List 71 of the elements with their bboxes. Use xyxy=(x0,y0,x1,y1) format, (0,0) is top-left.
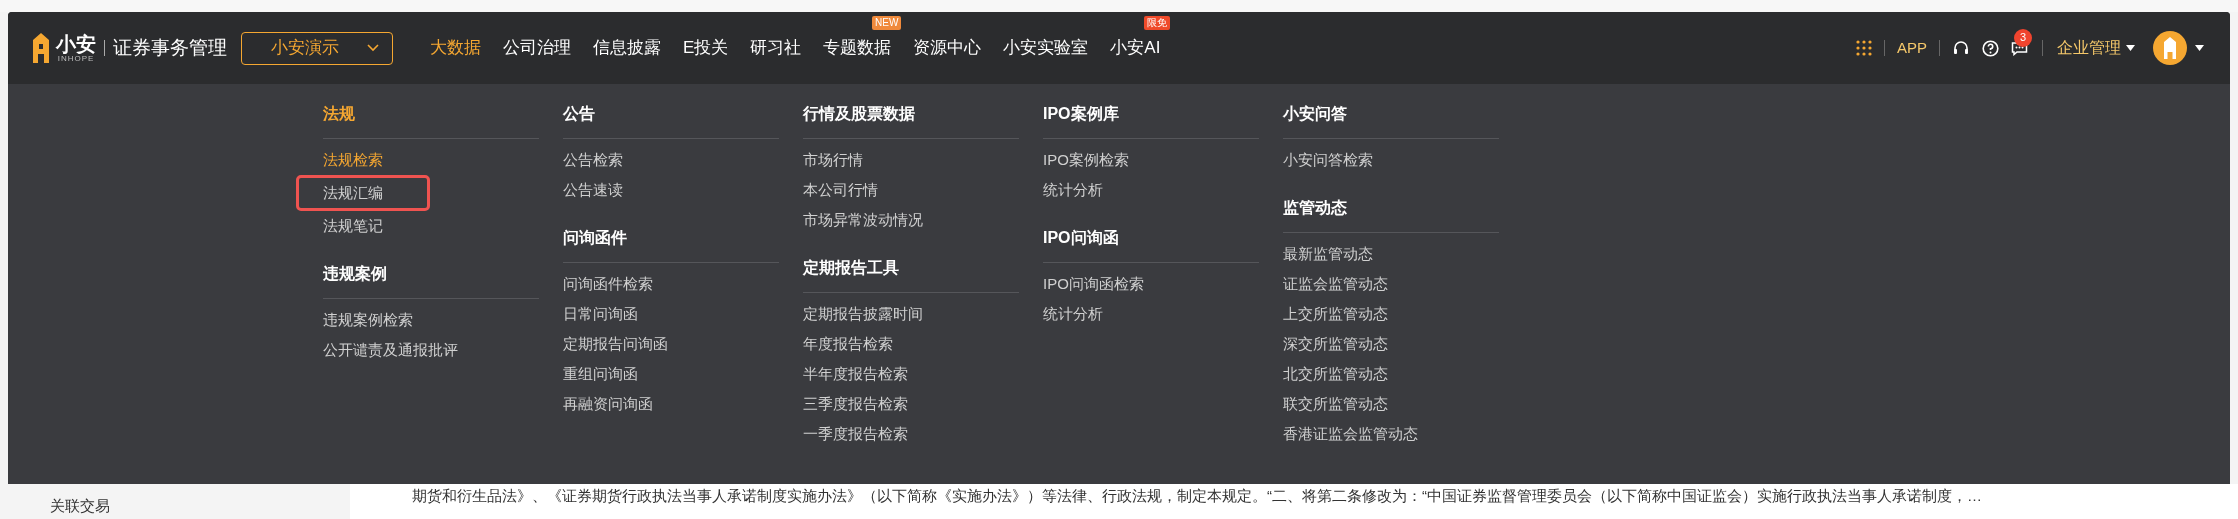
menu-link[interactable]: 公开谴责及通报批评 xyxy=(323,335,458,365)
menu-link[interactable]: 重组问询函 xyxy=(563,359,638,389)
menu-section-title: 问询函件 xyxy=(563,228,628,248)
nav-tab[interactable]: 小安AI xyxy=(1110,35,1161,61)
nav-tab[interactable]: 公司治理 xyxy=(503,35,571,61)
menu-link[interactable]: 日常问询函 xyxy=(563,299,638,329)
nav-badge: 限免 xyxy=(1144,16,1171,31)
menu-link[interactable]: IPO问询函检索 xyxy=(1043,269,1144,299)
menu-section-title: 法规 xyxy=(323,104,356,124)
menu-section-title: 小安问答 xyxy=(1283,104,1348,124)
help-icon[interactable] xyxy=(1982,39,1999,57)
headset-icon[interactable] xyxy=(1952,39,1970,57)
menu-link[interactable]: 法规笔记 xyxy=(323,211,383,241)
nav-tab[interactable]: 研习社 xyxy=(750,35,802,61)
menu-link[interactable]: 法规检索 xyxy=(323,145,383,175)
logo-subtext: INHOPE xyxy=(57,54,95,63)
nav-tab[interactable]: E投关 xyxy=(683,35,729,61)
app-title: 证券事务管理 xyxy=(113,35,227,60)
avatar-icon[interactable] xyxy=(2153,31,2187,65)
menu-link[interactable]: 本公司行情 xyxy=(803,175,878,205)
nav-tab[interactable]: 小安实验室 xyxy=(1003,35,1089,61)
menu-link[interactable]: 定期报告问询函 xyxy=(563,329,668,359)
menu-link[interactable]: 北交所监管动态 xyxy=(1283,359,1388,389)
message-icon[interactable] xyxy=(2011,40,2028,56)
organization-select[interactable]: 小安演示 xyxy=(241,31,393,65)
menu-link[interactable]: 年度报告检索 xyxy=(803,329,893,359)
menu-link[interactable]: 违规案例检索 xyxy=(323,305,413,335)
caret-icon[interactable] xyxy=(2195,45,2204,51)
menu-link[interactable]: 再融资问询函 xyxy=(563,389,653,419)
menu-section-title: IPO案例库 xyxy=(1043,104,1120,124)
menu-link[interactable]: 公告检索 xyxy=(563,145,623,175)
logo-icon xyxy=(30,32,52,64)
nav-tab[interactable]: 信息披露 xyxy=(593,35,661,61)
menu-link[interactable]: 联交所监管动态 xyxy=(1283,389,1388,419)
enterprise-menu[interactable]: 企业管理 xyxy=(2057,36,2135,60)
menu-link[interactable]: 法规汇编 xyxy=(299,178,427,208)
nav-tab[interactable]: 大数据 xyxy=(430,35,481,61)
menu-link[interactable]: 市场行情 xyxy=(803,145,863,175)
nav-tab[interactable]: 专题数据 xyxy=(823,35,892,61)
body-text: 期货和衍生品法》、《证券期货行政执法当事人承诺制度实施办法》（以下简称《实施办法》）等法律、行政法规，制定本规定。“二、将第二条修改为：“中国证券监督管理委员会（以下简称中国证监会）实施行政执法当事人承诺制度，… xyxy=(412,486,1983,506)
menu-link[interactable]: 香港证监会监管动态 xyxy=(1283,419,1418,449)
menu-link[interactable]: 统计分析 xyxy=(1043,175,1103,205)
caret-icon xyxy=(2126,45,2135,51)
apps-grid-icon[interactable] xyxy=(1856,40,1872,56)
menu-link[interactable]: 小安问答检索 xyxy=(1283,145,1373,175)
menu-link[interactable]: IPO案例检索 xyxy=(1043,145,1129,175)
chevron-down-icon xyxy=(366,43,380,53)
nav-badge: NEW xyxy=(872,16,902,31)
menu-link[interactable]: 半年度报告检索 xyxy=(803,359,908,389)
notification-badge: 3 xyxy=(2014,28,2032,47)
menu-link[interactable]: 一季度报告检索 xyxy=(803,419,908,449)
nav-tab[interactable]: 资源中心 xyxy=(913,35,982,61)
menu-section-title: 公告 xyxy=(563,104,596,124)
menu-section-title: 监管动态 xyxy=(1283,198,1348,218)
menu-link[interactable]: 公告速读 xyxy=(563,175,623,205)
menu-link[interactable]: 定期报告披露时间 xyxy=(803,299,923,329)
logo-text: 小安 xyxy=(56,33,96,54)
menu-section-title: 违规案例 xyxy=(323,264,388,284)
menu-section-title: 行情及股票数据 xyxy=(803,104,916,124)
sidebar-item[interactable]: 关联交易 xyxy=(50,496,110,516)
menu-link[interactable]: 最新监管动态 xyxy=(1283,239,1373,269)
menu-link[interactable]: 证监会监管动态 xyxy=(1283,269,1388,299)
menu-link[interactable]: 上交所监管动态 xyxy=(1283,299,1388,329)
menu-link[interactable]: 深交所监管动态 xyxy=(1283,329,1388,359)
menu-section-title: 定期报告工具 xyxy=(803,258,900,278)
menu-section-title: IPO问询函 xyxy=(1043,228,1120,248)
app-link[interactable]: APP xyxy=(1897,36,1927,60)
menu-link[interactable]: 市场异常波动情况 xyxy=(803,205,923,235)
menu-link[interactable]: 统计分析 xyxy=(1043,299,1103,329)
menu-link[interactable]: 三季度报告检索 xyxy=(803,389,908,419)
menu-link[interactable]: 问询函件检索 xyxy=(563,269,653,299)
